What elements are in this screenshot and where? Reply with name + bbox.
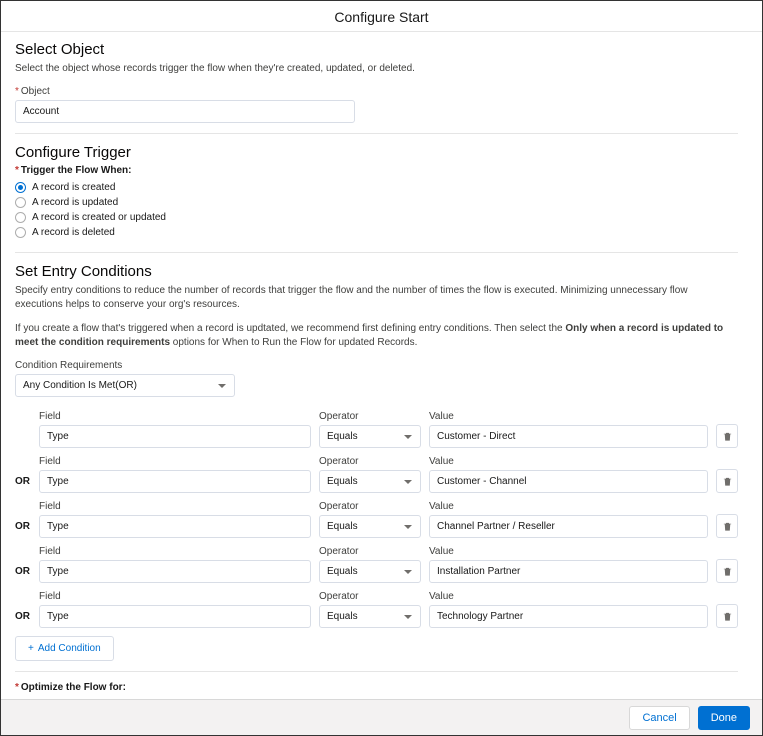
condition-row: ORField Type Operator Equals Value Installati… xyxy=(15,546,738,583)
entry-desc-2: If you create a flow that's triggered wh… xyxy=(15,322,738,350)
trash-icon xyxy=(722,476,733,487)
condition-operator-label: Operator xyxy=(319,591,421,602)
condition-operator-input[interactable]: Equals xyxy=(319,425,421,448)
trigger-option-label: A record is created or updated xyxy=(32,212,166,223)
chevron-down-icon xyxy=(404,480,412,484)
condition-logic-label: OR xyxy=(15,476,39,493)
trash-icon xyxy=(722,431,733,442)
condition-operator-input[interactable]: Equals xyxy=(319,560,421,583)
condition-operator-label: Operator xyxy=(319,411,421,422)
condition-requirements-label: Condition Requirements xyxy=(15,360,738,371)
object-input[interactable] xyxy=(15,100,355,123)
trigger-when-label: *Trigger the Flow When: xyxy=(15,165,738,176)
plus-icon: + xyxy=(28,643,34,654)
object-field-label: *Object xyxy=(15,86,738,97)
condition-value-label: Value xyxy=(429,591,708,602)
radio-icon xyxy=(15,227,26,238)
condition-value-label: Value xyxy=(429,411,708,422)
condition-value-label: Value xyxy=(429,546,708,557)
chevron-down-icon xyxy=(404,615,412,619)
trigger-option-label: A record is updated xyxy=(32,197,118,208)
delete-condition-button[interactable] xyxy=(716,604,738,628)
condition-logic-label: OR xyxy=(15,611,39,628)
add-condition-button[interactable]: + Add Condition xyxy=(15,636,114,661)
delete-condition-button[interactable] xyxy=(716,424,738,448)
condition-value-input[interactable]: Technology Partner xyxy=(429,605,708,628)
trigger-option[interactable]: A record is deleted xyxy=(15,227,738,238)
modal-body-scroll[interactable]: Select Object Select the object whose re… xyxy=(1,31,752,699)
section-optimize: *Optimize the Flow for: Fast Field Updat… xyxy=(15,682,738,699)
condition-logic-label: OR xyxy=(15,566,39,583)
configure-trigger-title: Configure Trigger xyxy=(15,144,738,161)
delete-condition-button[interactable] xyxy=(716,559,738,583)
condition-operator-label: Operator xyxy=(319,501,421,512)
condition-field-label: Field xyxy=(39,591,311,602)
trigger-option[interactable]: A record is updated xyxy=(15,197,738,208)
select-object-desc: Select the object whose records trigger … xyxy=(15,62,738,76)
condition-value-input[interactable]: Customer - Direct xyxy=(429,425,708,448)
condition-value-label: Value xyxy=(429,456,708,467)
chevron-down-icon xyxy=(404,525,412,529)
section-configure-trigger: Configure Trigger *Trigger the Flow When… xyxy=(15,144,738,253)
condition-field-input[interactable]: Type xyxy=(39,425,311,448)
condition-value-input[interactable]: Installation Partner xyxy=(429,560,708,583)
section-entry-conditions: Set Entry Conditions Specify entry condi… xyxy=(15,263,738,672)
condition-row: Field Type Operator Equals Value Customer - D… xyxy=(15,411,738,448)
chevron-down-icon xyxy=(218,384,226,388)
condition-operator-input[interactable]: Equals xyxy=(319,470,421,493)
trash-icon xyxy=(722,521,733,532)
condition-row: ORField Type Operator Equals Value Technology… xyxy=(15,591,738,628)
entry-conditions-title: Set Entry Conditions xyxy=(15,263,738,280)
chevron-down-icon xyxy=(404,435,412,439)
condition-field-label: Field xyxy=(39,411,311,422)
condition-row: ORField Type Operator Equals Value Customer -… xyxy=(15,456,738,493)
modal-title: Configure Start xyxy=(334,9,428,25)
cancel-button[interactable]: Cancel xyxy=(629,706,689,730)
select-object-title: Select Object xyxy=(15,41,738,58)
condition-value-input[interactable]: Customer - Channel xyxy=(429,470,708,493)
condition-value-label: Value xyxy=(429,501,708,512)
condition-value-input[interactable]: Channel Partner / Reseller xyxy=(429,515,708,538)
modal-header: Configure Start xyxy=(1,1,762,32)
condition-field-label: Field xyxy=(39,456,311,467)
condition-logic-label: OR xyxy=(15,521,39,538)
delete-condition-button[interactable] xyxy=(716,469,738,493)
trigger-option[interactable]: A record is created or updated xyxy=(15,212,738,223)
section-select-object: Select Object Select the object whose re… xyxy=(15,41,738,134)
trash-icon xyxy=(722,611,733,622)
done-button[interactable]: Done xyxy=(698,706,750,730)
condition-operator-input[interactable]: Equals xyxy=(319,605,421,628)
condition-logic-label xyxy=(15,442,39,448)
trigger-option-label: A record is deleted xyxy=(32,227,115,238)
trash-icon xyxy=(722,566,733,577)
condition-field-label: Field xyxy=(39,501,311,512)
delete-condition-button[interactable] xyxy=(716,514,738,538)
condition-requirements-select[interactable]: Any Condition Is Met(OR) xyxy=(15,374,235,397)
condition-operator-label: Operator xyxy=(319,456,421,467)
trigger-option[interactable]: A record is created xyxy=(15,182,738,193)
radio-icon xyxy=(15,212,26,223)
condition-operator-input[interactable]: Equals xyxy=(319,515,421,538)
condition-operator-label: Operator xyxy=(319,546,421,557)
modal-footer: Cancel Done xyxy=(1,699,762,735)
condition-field-input[interactable]: Type xyxy=(39,515,311,538)
entry-desc-1: Specify entry conditions to reduce the n… xyxy=(15,284,738,312)
condition-field-input[interactable]: Type xyxy=(39,560,311,583)
condition-field-input[interactable]: Type xyxy=(39,470,311,493)
radio-icon xyxy=(15,197,26,208)
radio-icon xyxy=(15,182,26,193)
trigger-option-label: A record is created xyxy=(32,182,115,193)
condition-field-input[interactable]: Type xyxy=(39,605,311,628)
optimize-label: *Optimize the Flow for: xyxy=(15,682,738,693)
chevron-down-icon xyxy=(404,570,412,574)
condition-row: ORField Type Operator Equals Value Channel Pa… xyxy=(15,501,738,538)
condition-field-label: Field xyxy=(39,546,311,557)
